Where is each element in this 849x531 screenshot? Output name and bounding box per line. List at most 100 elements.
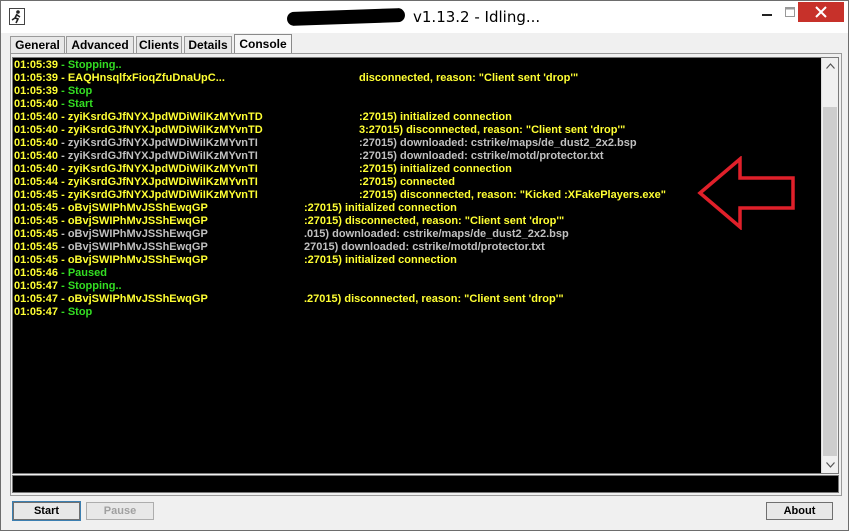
console-line: 01:05:40 - Start xyxy=(14,98,93,110)
console-line-message: Paused xyxy=(67,267,107,279)
console-line: 01:05:46 - Paused xyxy=(14,267,107,279)
console-line-time: 01:05:45 xyxy=(14,254,59,266)
console-line-time: 01:05:47 xyxy=(14,306,59,318)
console-line-message: Stop xyxy=(67,306,93,318)
console-line-message: Stopping.. xyxy=(67,59,122,71)
console-line: 01:05:45 - oBvjSWIPhMvJSShEwqGP 27015) do… xyxy=(14,241,545,253)
console-line-detail: :27015) initialized connection xyxy=(359,163,512,175)
console-scrollbar[interactable] xyxy=(821,58,838,473)
console-line-time: 01:05:45 xyxy=(14,215,59,227)
console-line-time: 01:05:40 xyxy=(14,150,59,162)
tab-details[interactable]: Details xyxy=(184,36,232,54)
maximize-icon xyxy=(785,7,795,17)
console-line-message: zyiKsrdGJfNYXJpdWDiWiIKzMYvnTI xyxy=(67,176,258,188)
minimize-icon xyxy=(762,14,772,16)
console-line-detail: :27015) initialized connection xyxy=(304,202,457,214)
console-line-time: 01:05:39 xyxy=(14,59,59,71)
console-line: 01:05:45 - oBvjSWIPhMvJSShEwqGP:27015) i… xyxy=(14,202,457,214)
console-line-time: 01:05:40 xyxy=(14,98,59,110)
console-line: 01:05:40 - zyiKsrdGJfNYXJpdWDiWiIKzMYvnT… xyxy=(14,137,637,149)
console-line-message: Stopping.. xyxy=(67,280,122,292)
scroll-thumb[interactable] xyxy=(823,107,837,456)
tab-console[interactable]: Console xyxy=(234,34,292,55)
console-line-time: 01:05:44 xyxy=(14,176,59,188)
console-line: 01:05:45 - oBvjSWIPhMvJSShEwqGP:27015) d… xyxy=(14,215,565,227)
console-output[interactable]: 01:05:39 - Stopping.. 01:05:39 - EAQHnsql… xyxy=(12,57,839,474)
console-line-message: zyiKsrdGJfNYXJpdWDiWiIKzMYvnTD xyxy=(67,111,263,123)
console-line-message: oBvjSWIPhMvJSShEwqGP xyxy=(67,215,208,227)
tab-clients[interactable]: Clients xyxy=(136,36,182,54)
pause-button[interactable]: Pause xyxy=(86,502,154,520)
console-line-time: 01:05:45 xyxy=(14,189,59,201)
console-line-time: 01:05:47 xyxy=(14,280,59,292)
console-line-detail: :27015) disconnected, reason: "Client se… xyxy=(304,215,565,227)
console-line-detail: .27015) disconnected, reason: "Client se… xyxy=(304,293,564,305)
console-line-time: 01:05:45 xyxy=(14,228,59,240)
close-icon xyxy=(815,6,827,18)
console-line-detail: 27015) downloaded: cstrike/motd/protecto… xyxy=(304,241,545,253)
console-line-detail: :27015) connected xyxy=(359,176,455,188)
console-line-message: oBvjSWIPhMvJSShEwqGP xyxy=(67,293,208,305)
console-line-message: oBvjSWIPhMvJSShEwqGP xyxy=(67,202,208,214)
app-window: v1.13.2 - Idling... General Advanced Cli… xyxy=(0,0,849,531)
chevron-down-icon xyxy=(825,462,835,468)
console-line-detail: :27015) downloaded: cstrike/maps/de_dust… xyxy=(359,137,637,149)
console-command-input[interactable] xyxy=(12,475,839,493)
console-line: 01:05:44 - zyiKsrdGJfNYXJpdWDiWiIKzMYvnT… xyxy=(14,176,455,188)
console-line: 01:05:47 - oBvjSWIPhMvJSShEwqGP .27015) d… xyxy=(14,293,564,305)
app-icon[interactable] xyxy=(9,8,25,25)
console-line: 01:05:39 - EAQHnsqlfxFioqZfuDnaUpC... dis… xyxy=(14,72,579,84)
console-line: 01:05:40 - zyiKsrdGJfNYXJpdWDiWiIKzMYvnT… xyxy=(14,150,604,162)
console-line: 01:05:40 - zyiKsrdGJfNYXJpdWDiWiIKzMYvnT… xyxy=(14,124,626,136)
console-line: 01:05:39 - Stop xyxy=(14,85,93,97)
console-line-detail: 3:27015) disconnected, reason: "Client s… xyxy=(359,124,626,136)
start-button[interactable]: Start xyxy=(12,501,81,521)
console-line-detail: :27015) initialized connection xyxy=(359,111,512,123)
window-title: v1.13.2 - Idling... xyxy=(413,8,541,26)
console-line-time: 01:05:46 xyxy=(14,267,59,279)
console-line-message: EAQHnsqlfxFioqZfuDnaUpC... xyxy=(67,72,225,84)
console-line: 01:05:40 - zyiKsrdGJfNYXJpdWDiWiIKzMYvnT… xyxy=(14,163,512,175)
console-line: 01:05:45 - oBvjSWIPhMvJSShEwqGP .015) dow… xyxy=(14,228,569,240)
console-line-detail: :27015) downloaded: cstrike/motd/protect… xyxy=(359,150,604,162)
tab-advanced[interactable]: Advanced xyxy=(66,36,134,54)
console-line-message: zyiKsrdGJfNYXJpdWDiWiIKzMYvnTI xyxy=(67,150,258,162)
console-line: 01:05:45 - zyiKsrdGJfNYXJpdWDiWiIKzMYvnT… xyxy=(14,189,666,201)
console-line-detail: :27015) initialized connection xyxy=(304,254,457,266)
console-line-time: 01:05:40 xyxy=(14,111,59,123)
scroll-down-button[interactable] xyxy=(822,457,838,473)
console-line-time: 01:05:47 xyxy=(14,293,59,305)
console-line-time: 01:05:45 xyxy=(14,241,59,253)
console-line-time: 01:05:40 xyxy=(14,137,59,149)
console-line-detail: .015) downloaded: cstrike/maps/de_dust2_… xyxy=(304,228,569,240)
console-line-message: zyiKsrdGJfNYXJpdWDiWiIKzMYvnTI xyxy=(67,163,258,175)
console-line: 01:05:47 - Stopping.. xyxy=(14,280,122,292)
scroll-up-button[interactable] xyxy=(822,58,838,74)
console-line-time: 01:05:40 xyxy=(14,124,59,136)
console-line: 01:05:40 - zyiKsrdGJfNYXJpdWDiWiIKzMYvnT… xyxy=(14,111,512,123)
chevron-up-icon xyxy=(825,63,835,69)
console-line: 01:05:47 - Stop xyxy=(14,306,93,318)
console-line-message: zyiKsrdGJfNYXJpdWDiWiIKzMYvnTI xyxy=(67,189,258,201)
console-line-detail: :27015) disconnected, reason: "Kicked :X… xyxy=(359,189,666,201)
console-line-message: Start xyxy=(67,98,93,110)
about-button[interactable]: About xyxy=(766,502,833,520)
title-redaction xyxy=(286,7,406,27)
console-line-time: 01:05:39 xyxy=(14,85,59,97)
console-line-time: 01:05:40 xyxy=(14,163,59,175)
console-line-message: zyiKsrdGJfNYXJpdWDiWiIKzMYvnTD xyxy=(67,124,263,136)
tab-general[interactable]: General xyxy=(10,36,65,54)
console-line-time: 01:05:45 xyxy=(14,202,59,214)
console-line-message: Stop xyxy=(67,85,93,97)
console-line-message: oBvjSWIPhMvJSShEwqGP xyxy=(67,228,208,240)
title-bar[interactable]: v1.13.2 - Idling... xyxy=(1,1,848,33)
console-line-message: zyiKsrdGJfNYXJpdWDiWiIKzMYvnTI xyxy=(67,137,258,149)
red-outline-arrow-left-icon xyxy=(697,156,795,230)
console-line-time: 01:05:39 xyxy=(14,72,59,84)
console-lines: 01:05:39 - Stopping.. 01:05:39 - EAQHnsql… xyxy=(14,59,666,319)
console-line-message: oBvjSWIPhMvJSShEwqGP xyxy=(67,254,208,266)
console-line: 01:05:45 - oBvjSWIPhMvJSShEwqGP:27015) i… xyxy=(14,254,457,266)
console-line-detail: disconnected, reason: "Client sent 'drop… xyxy=(359,72,579,84)
console-line: 01:05:39 - Stopping.. xyxy=(14,59,122,71)
close-button[interactable] xyxy=(798,2,844,22)
